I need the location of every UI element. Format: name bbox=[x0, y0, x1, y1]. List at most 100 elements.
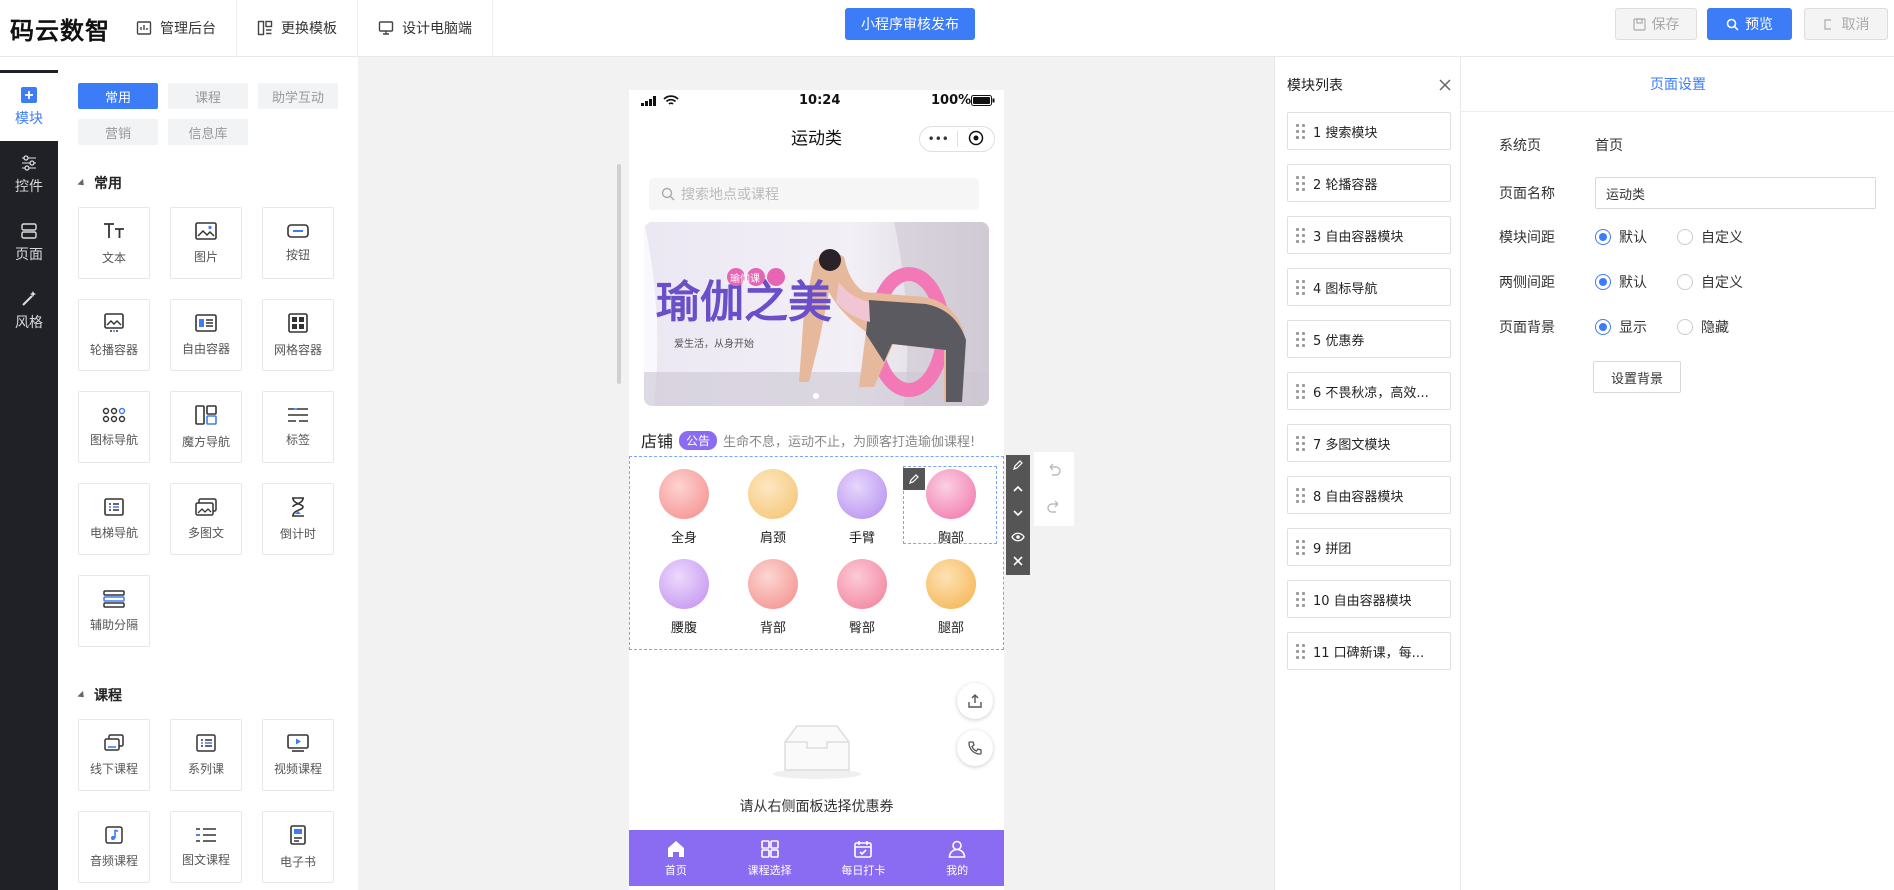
close-icon[interactable] bbox=[1438, 78, 1452, 92]
component-image[interactable]: 图片 bbox=[170, 207, 242, 279]
component-button[interactable]: 按钮 bbox=[262, 207, 334, 279]
page-name-input[interactable] bbox=[1595, 177, 1876, 209]
nav-item-leg[interactable]: 腿部 bbox=[906, 559, 996, 639]
component-icon-nav[interactable]: 图标导航 bbox=[78, 391, 150, 463]
section-common-title[interactable]: 常用 bbox=[77, 173, 122, 193]
edit-pencil-icon[interactable] bbox=[903, 468, 925, 490]
drag-handle-icon[interactable] bbox=[1296, 227, 1305, 243]
mini-program-capsule[interactable]: ••• bbox=[919, 126, 995, 152]
component-video-course[interactable]: 视频课程 bbox=[262, 719, 334, 791]
nav-item-shoulder[interactable]: 肩颈 bbox=[728, 469, 818, 549]
component-grid-container[interactable]: 网格容器 bbox=[262, 299, 334, 371]
nav-item-hip[interactable]: 臀部 bbox=[817, 559, 907, 639]
page-bg-show-radio[interactable]: 显示 bbox=[1595, 317, 1647, 337]
sidebar-item-controls[interactable]: 控件 bbox=[0, 141, 58, 209]
sidebar-item-modules[interactable]: 模块 bbox=[0, 73, 58, 141]
tab-info-library[interactable]: 信息库 bbox=[168, 119, 248, 145]
section-course-title[interactable]: 课程 bbox=[77, 685, 122, 705]
drag-handle-icon[interactable] bbox=[1296, 435, 1305, 451]
module-list-item[interactable]: 1 搜索模块 bbox=[1287, 112, 1451, 150]
module-list-item[interactable]: 6 不畏秋凉，高效... bbox=[1287, 372, 1451, 410]
tab-common[interactable]: 常用 bbox=[78, 83, 158, 109]
more-icon[interactable]: ••• bbox=[920, 132, 957, 146]
drag-handle-icon[interactable] bbox=[1296, 383, 1305, 399]
module-list-item[interactable]: 3 自由容器模块 bbox=[1287, 216, 1451, 254]
component-elevator-nav[interactable]: 电梯导航 bbox=[78, 483, 150, 555]
nav-item-arm[interactable]: 手臂 bbox=[817, 469, 907, 549]
drag-handle-icon[interactable] bbox=[1296, 279, 1305, 295]
preview-button[interactable]: 预览 bbox=[1707, 8, 1792, 40]
share-button[interactable] bbox=[957, 683, 993, 719]
component-series-course[interactable]: 系列课 bbox=[170, 719, 242, 791]
close-target-icon[interactable] bbox=[958, 130, 995, 149]
tab-page-settings[interactable]: 页面设置 bbox=[1461, 57, 1894, 112]
drag-handle-icon[interactable] bbox=[1296, 591, 1305, 607]
side-gap-default-radio[interactable]: 默认 bbox=[1595, 272, 1647, 292]
delete-icon[interactable] bbox=[1012, 555, 1024, 571]
module-list-item[interactable]: 10 自由容器模块 bbox=[1287, 580, 1451, 618]
eye-icon[interactable] bbox=[1011, 531, 1025, 547]
cancel-button[interactable]: 取消 bbox=[1804, 8, 1888, 40]
component-offline-course[interactable]: 线下课程 bbox=[78, 719, 150, 791]
tab-daily-checkin[interactable]: 每日打卡 bbox=[817, 830, 911, 886]
module-list-item[interactable]: 11 口碑新课，每... bbox=[1287, 632, 1451, 670]
tab-course-select[interactable]: 课程选择 bbox=[723, 830, 817, 886]
nav-item-fullbody[interactable]: 全身 bbox=[639, 469, 729, 549]
module-list-item[interactable]: 2 轮播容器 bbox=[1287, 164, 1451, 202]
nav-item-back[interactable]: 背部 bbox=[728, 559, 818, 639]
sidebar-item-style[interactable]: 风格 bbox=[0, 277, 58, 345]
module-list-item[interactable]: 8 自由容器模块 bbox=[1287, 476, 1451, 514]
component-free-container[interactable]: 自由容器 bbox=[170, 299, 242, 371]
tab-mine[interactable]: 我的 bbox=[910, 830, 1004, 886]
component-audio-course[interactable]: 音频课程 bbox=[78, 811, 150, 883]
search-bar[interactable]: 搜索地点或课程 bbox=[649, 178, 979, 210]
module-gap-custom-radio[interactable]: 自定义 bbox=[1677, 227, 1743, 247]
module-list-item[interactable]: 4 图标导航 bbox=[1287, 268, 1451, 306]
component-tag[interactable]: 标签 bbox=[262, 391, 334, 463]
redo-icon[interactable] bbox=[1046, 498, 1062, 518]
nav-admin[interactable]: 管理后台 bbox=[116, 0, 237, 57]
drag-handle-icon[interactable] bbox=[1296, 539, 1305, 555]
component-multi-image-text[interactable]: 多图文 bbox=[170, 483, 242, 555]
drag-handle-icon[interactable] bbox=[1296, 643, 1305, 659]
sliders-icon bbox=[20, 154, 38, 172]
tab-home[interactable]: 首页 bbox=[629, 830, 723, 886]
save-button[interactable]: 保存 bbox=[1615, 8, 1697, 40]
move-down-icon[interactable] bbox=[1012, 507, 1024, 523]
canvas-scrollbar[interactable] bbox=[617, 164, 621, 384]
phone-call-button[interactable] bbox=[957, 730, 993, 766]
drag-handle-icon[interactable] bbox=[1296, 175, 1305, 191]
component-countdown[interactable]: 倒计时 bbox=[262, 483, 334, 555]
component-text[interactable]: 文本 bbox=[78, 207, 150, 279]
drag-handle-icon[interactable] bbox=[1296, 123, 1305, 139]
module-list-item[interactable]: 9 拼团 bbox=[1287, 528, 1451, 566]
shop-notice[interactable]: 店铺 公告 生命不息，运动不止，为顾客打造瑜伽课程! bbox=[641, 428, 1001, 452]
page-bg-hide-radio[interactable]: 隐藏 bbox=[1677, 317, 1729, 337]
component-cube-nav[interactable]: 魔方导航 bbox=[170, 391, 242, 463]
drag-handle-icon[interactable] bbox=[1296, 487, 1305, 503]
tab-interaction[interactable]: 助学互动 bbox=[258, 83, 338, 109]
drag-handle-icon[interactable] bbox=[1296, 331, 1305, 347]
set-background-button[interactable]: 设置背景 bbox=[1593, 361, 1681, 393]
component-divider[interactable]: 辅助分隔 bbox=[78, 575, 150, 647]
tab-course[interactable]: 课程 bbox=[168, 83, 248, 109]
component-carousel[interactable]: 轮播容器 bbox=[78, 299, 150, 371]
module-gap-default-radio[interactable]: 默认 bbox=[1595, 227, 1647, 247]
move-up-icon[interactable] bbox=[1012, 483, 1024, 499]
nav-design-pc[interactable]: 设计电脑端 bbox=[358, 0, 493, 57]
publish-button[interactable]: 小程序审核发布 bbox=[845, 8, 975, 40]
component-ebook[interactable]: 电子书 bbox=[262, 811, 334, 883]
sidebar-item-pages[interactable]: 页面 bbox=[0, 209, 58, 277]
nav-item-waist[interactable]: 腰腹 bbox=[639, 559, 729, 639]
page-icon bbox=[20, 222, 38, 240]
yoga-banner[interactable]: 瑜伽之美 瑜伽课 爱生活，从身开始 bbox=[644, 222, 989, 406]
module-list-item[interactable]: 7 多图文模块 bbox=[1287, 424, 1451, 462]
edit-icon[interactable] bbox=[1012, 459, 1024, 475]
side-gap-custom-radio[interactable]: 自定义 bbox=[1677, 272, 1743, 292]
undo-icon[interactable] bbox=[1046, 461, 1062, 481]
phone-preview[interactable]: 10:24 100% 运动类 ••• 搜索地点或课程 瑜伽之美 瑜伽课 爱生活，… bbox=[629, 90, 1004, 890]
nav-change-template[interactable]: 更换模板 bbox=[237, 0, 358, 57]
tab-marketing[interactable]: 营销 bbox=[78, 119, 158, 145]
module-list-item[interactable]: 5 优惠券 bbox=[1287, 320, 1451, 358]
component-image-text-course[interactable]: 图文课程 bbox=[170, 811, 242, 883]
